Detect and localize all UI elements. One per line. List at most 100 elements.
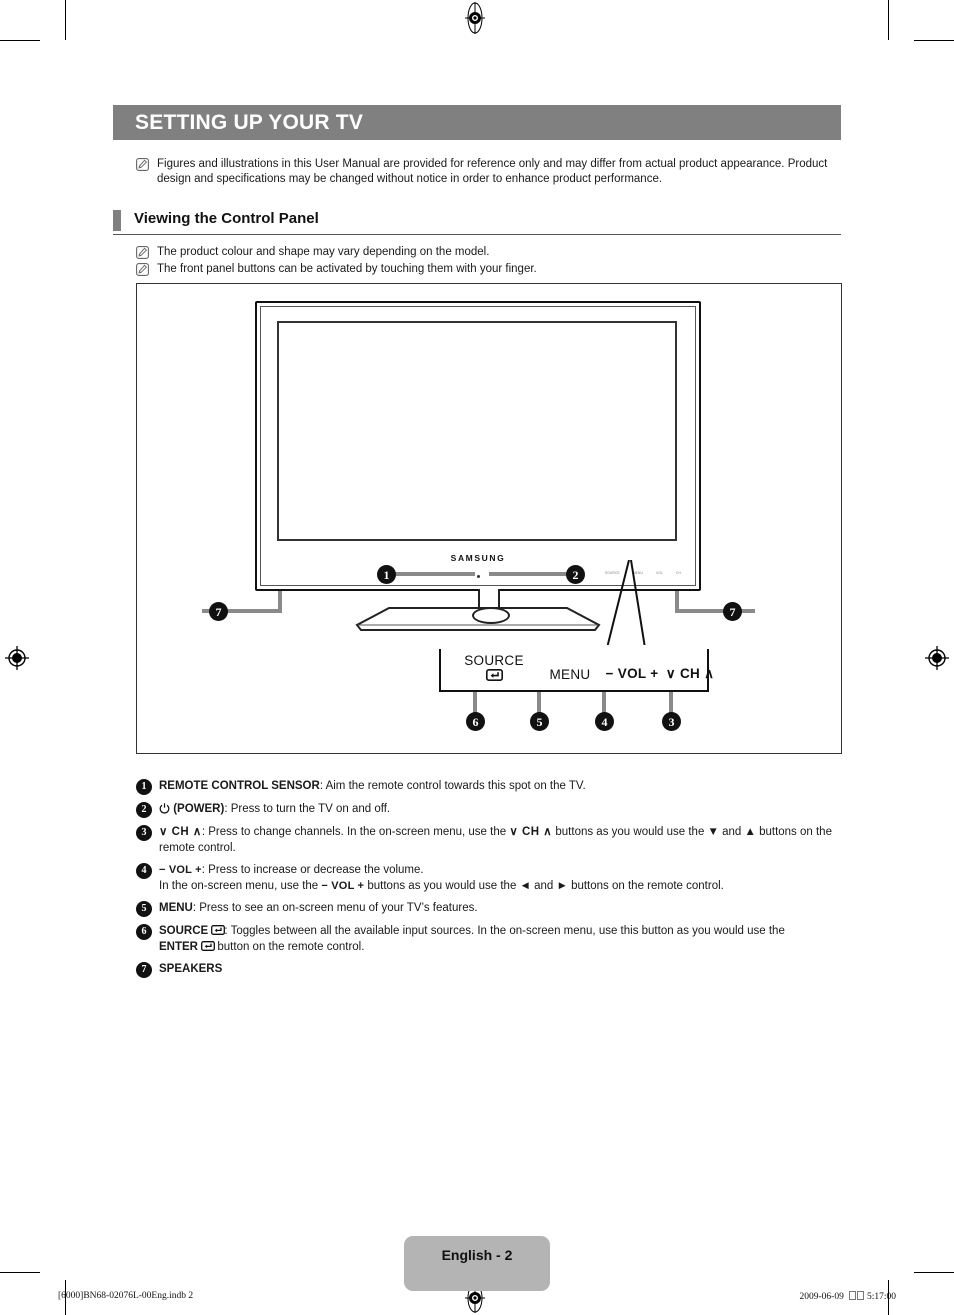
legend-badge-number: 6 bbox=[141, 926, 147, 937]
legend-term: REMOTE CONTROL SENSOR bbox=[159, 780, 320, 792]
manual-page: SETTING UP YOUR TV Figures and illustrat… bbox=[0, 0, 954, 1315]
remote-sensor-dot bbox=[476, 575, 480, 578]
enter-icon bbox=[201, 940, 216, 951]
legend-desc: : Toggles between all the available inpu… bbox=[224, 925, 785, 937]
legend-badge-number: 5 bbox=[141, 903, 147, 914]
note-icon bbox=[136, 246, 149, 259]
legend-desc: : Press to change channels. In the on-sc… bbox=[201, 826, 507, 838]
legend-badge: 4 bbox=[136, 863, 152, 879]
marker-label: 3 bbox=[668, 714, 675, 729]
legend-desc: : Press to see an on-screen menu of your… bbox=[192, 902, 478, 914]
callout-volume-button[interactable]: − VOL + bbox=[601, 666, 663, 681]
legend-enter-term: ENTER bbox=[159, 940, 198, 953]
marker-speaker-left: 7 bbox=[209, 602, 228, 621]
section-title: Viewing the Control Panel bbox=[134, 210, 319, 227]
callout-source-label: SOURCE bbox=[464, 653, 524, 668]
note-icon bbox=[136, 158, 149, 171]
legend-term: MENU bbox=[159, 902, 193, 914]
legend-badge: 1 bbox=[136, 779, 152, 795]
marker-remote-sensor: 1 bbox=[377, 565, 396, 584]
legend-badge-number: 2 bbox=[141, 804, 147, 815]
control-panel-legend: 1 REMOTE CONTROL SENSOR: Aim the remote … bbox=[136, 779, 842, 985]
legend-item-channel: 3 ∨ CH ∧: Press to change channels. In t… bbox=[136, 825, 842, 856]
tv-body: SAMSUNG SOURCE MENU VOL CH bbox=[255, 301, 701, 591]
legend-text: − VOL +: Press to increase or decrease t… bbox=[159, 863, 842, 894]
power-icon bbox=[159, 802, 170, 814]
legend-item-remote-sensor: 1 REMOTE CONTROL SENSOR: Aim the remote … bbox=[136, 779, 842, 795]
callout-pointer bbox=[607, 560, 727, 650]
control-panel-callout-box: SOURCE MENU − VOL + ∨ CH ∧ bbox=[439, 647, 714, 692]
legend-badge-number: 7 bbox=[141, 964, 147, 975]
page-number-label: English - 2 bbox=[441, 1247, 513, 1263]
legend-text: ∨ CH ∧: Press to change channels. In the… bbox=[159, 825, 842, 856]
legend-desc: : Aim the remote control towards this sp… bbox=[319, 780, 586, 792]
callout-channel-button[interactable]: ∨ CH ∧ bbox=[659, 666, 721, 682]
marker-label: 7 bbox=[215, 604, 222, 619]
legend-item-volume: 4 − VOL +: Press to increase or decrease… bbox=[136, 863, 842, 894]
callout-box-notch bbox=[439, 645, 709, 649]
intro-note: Figures and illustrations in this User M… bbox=[136, 157, 836, 187]
callout-menu-button[interactable]: MENU bbox=[539, 667, 601, 682]
legend-term: SOURCE bbox=[159, 925, 209, 937]
marker-stem-source bbox=[473, 690, 477, 714]
marker-label: 7 bbox=[729, 604, 736, 619]
marker-menu: 5 bbox=[530, 712, 549, 731]
section-note-text: The front panel buttons can be activated… bbox=[157, 263, 537, 275]
section-note-1: The product colour and shape may vary de… bbox=[136, 245, 836, 260]
legend-badge: 6 bbox=[136, 924, 152, 940]
legend-text: MENU: Press to see an on-screen menu of … bbox=[159, 901, 842, 917]
marker-power: 2 bbox=[566, 565, 585, 584]
footer-file-reference: [6000]BN68-02076L-00Eng.indb 2 bbox=[58, 1291, 194, 1301]
section-divider bbox=[113, 234, 841, 235]
sensor-leader-bar bbox=[395, 572, 475, 576]
legend-item-source: 6 SOURCE : Toggles between all the avail… bbox=[136, 924, 842, 955]
marker-label: 4 bbox=[601, 714, 608, 729]
marker-volume: 4 bbox=[595, 712, 614, 731]
footer-timestamp: 2009-06-09 5:17:00 bbox=[800, 1291, 896, 1302]
legend-badge: 7 bbox=[136, 962, 152, 978]
marker-stem-menu bbox=[537, 690, 541, 714]
legend-item-menu: 5 MENU: Press to see an on-screen menu o… bbox=[136, 901, 842, 917]
enter-icon bbox=[211, 925, 226, 935]
power-leader-bar bbox=[489, 572, 571, 576]
legend-term: (POWER) bbox=[173, 803, 225, 815]
marker-label: 2 bbox=[572, 567, 579, 582]
marker-stem-volume bbox=[602, 690, 606, 714]
enter-icon bbox=[455, 669, 533, 684]
legend-badge-number: 1 bbox=[141, 781, 147, 792]
legend-desc-2a: In the on-screen menu, use the bbox=[159, 879, 319, 892]
legend-text: SOURCE : Toggles between all the availab… bbox=[159, 924, 842, 955]
legend-badge: 2 bbox=[136, 802, 152, 818]
tv-stand-hub bbox=[472, 607, 510, 624]
marker-label: 6 bbox=[472, 714, 479, 729]
marker-label: 5 bbox=[536, 714, 543, 729]
legend-badge: 3 bbox=[136, 825, 152, 841]
legend-item-speakers: 7 SPEAKERS bbox=[136, 962, 842, 978]
marker-label: 1 bbox=[383, 567, 390, 582]
legend-badge-number: 4 bbox=[141, 865, 147, 876]
marker-speaker-right: 7 bbox=[723, 602, 742, 621]
section-note-2: The front panel buttons can be activated… bbox=[136, 262, 836, 277]
legend-item-power: 2 (POWER): Press to turn the TV on and o… bbox=[136, 802, 842, 818]
intro-note-text: Figures and illustrations in this User M… bbox=[157, 158, 828, 185]
legend-desc: : Press to turn the TV on and off. bbox=[224, 803, 391, 815]
callout-source-button[interactable]: SOURCE bbox=[455, 654, 533, 684]
page-number-badge: English - 2 bbox=[404, 1236, 550, 1291]
marker-stem-channel bbox=[669, 690, 673, 714]
legend-text: SPEAKERS bbox=[159, 962, 842, 978]
tv-screen bbox=[277, 321, 677, 541]
note-icon bbox=[136, 263, 149, 276]
control-panel-illustration: 7 7 SAMSUNG SOURCE MENU VOL CH 1 2 SOURC… bbox=[136, 283, 842, 754]
unrenderable-glyph bbox=[848, 1291, 856, 1300]
legend-term: SPEAKERS bbox=[159, 963, 223, 975]
legend-badge: 5 bbox=[136, 901, 152, 917]
unrenderable-glyph bbox=[856, 1291, 864, 1300]
legend-desc-2: button on the remote control. bbox=[217, 940, 365, 953]
section-tab-marker bbox=[113, 210, 121, 231]
marker-source: 6 bbox=[466, 712, 485, 731]
legend-term: ∨ CH ∧ bbox=[159, 826, 202, 838]
legend-text: (POWER): Press to turn the TV on and off… bbox=[159, 802, 842, 818]
legend-text: REMOTE CONTROL SENSOR: Aim the remote co… bbox=[159, 779, 842, 795]
legend-term-inline: ∨ CH ∧ bbox=[509, 826, 553, 838]
legend-term-inline: − VOL + bbox=[321, 879, 365, 892]
